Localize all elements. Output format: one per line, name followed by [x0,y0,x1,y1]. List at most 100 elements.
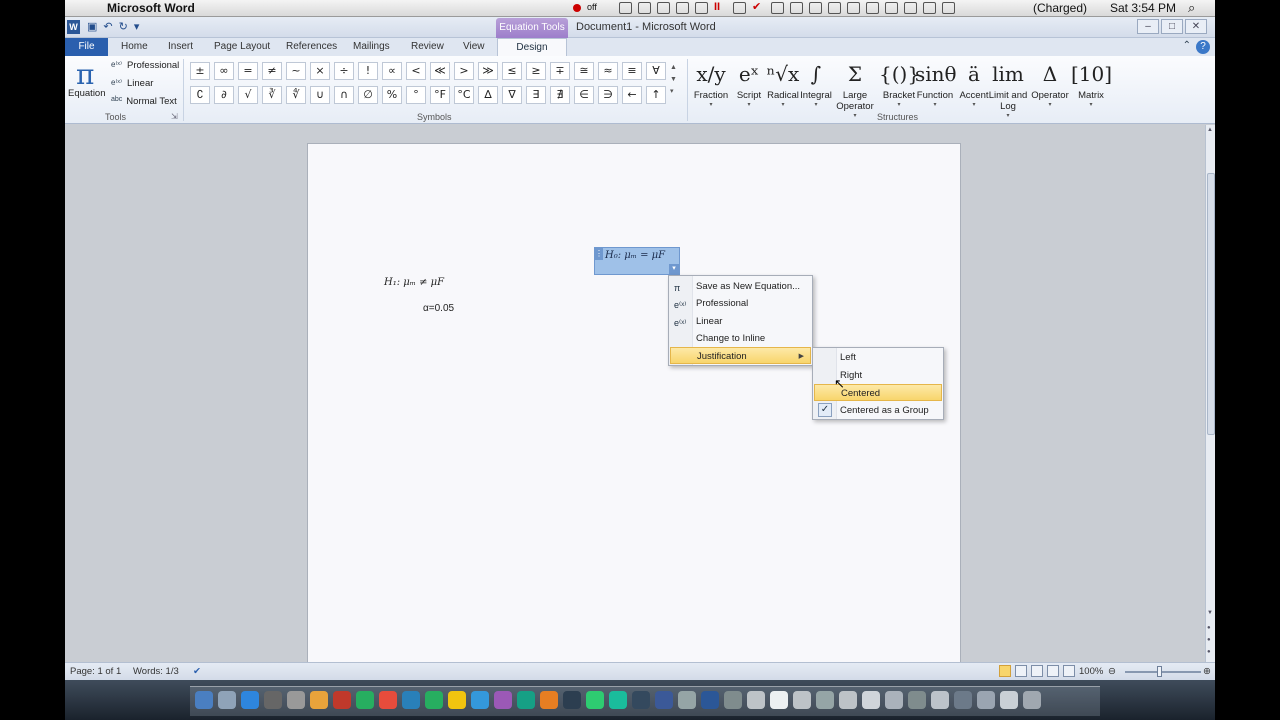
menubar-clock[interactable]: Sat 3:54 PM [1110,1,1176,15]
linear-button[interactable]: e⁽ˣ⁾ Linear [111,78,153,89]
zoom-slider[interactable] [1125,671,1201,673]
bluetooth-icon[interactable] [904,2,917,14]
dock-app-icon[interactable] [471,691,489,709]
dock-app-icon[interactable] [655,691,673,709]
equation-options-dropdown-icon[interactable]: ▾ [669,264,679,274]
structure-function-button[interactable]: sinθ Function ▾ [915,58,957,108]
maximize-button[interactable]: □ [1161,19,1183,34]
symbol-button[interactable]: ∈ [574,86,594,104]
symbol-button[interactable]: = [238,62,258,80]
structure-large-operator-button[interactable]: Σ Large Operator ▾ [835,58,875,119]
dock-app-icon[interactable] [609,691,627,709]
symbol-button[interactable]: ∃ [526,86,546,104]
symbol-button[interactable]: ÷ [334,62,354,80]
status-icon[interactable] [695,2,708,14]
dock-app-icon[interactable] [954,691,972,709]
scroll-down-icon[interactable]: ▼ [1207,610,1213,616]
status-icon[interactable] [809,2,822,14]
menu-item-linear[interactable]: e⁽ˣ⁾ Linear [670,313,811,330]
save-icon[interactable]: ▣ [87,20,97,33]
symbol-button[interactable]: °F [430,86,450,104]
h0-equation[interactable]: H₀: μₘ = μF [605,250,665,261]
browse-object-icon[interactable]: ● [1207,637,1211,643]
dock-app-icon[interactable] [356,691,374,709]
tab-page-layout[interactable]: Page Layout [214,41,270,52]
menu-item-change-to-inline[interactable]: Change to Inline [670,330,811,347]
symbol-button[interactable]: ~ [286,62,306,80]
dock-app-icon[interactable] [931,691,949,709]
symbol-button[interactable]: ∜ [286,86,306,104]
undo-icon[interactable]: ↶ [103,20,112,33]
tab-home[interactable]: Home [121,41,148,52]
print-layout-view-icon[interactable] [999,665,1011,677]
symbol-button[interactable]: °C [454,86,474,104]
structure-bracket-button[interactable]: {()} Bracket ▾ [879,58,920,108]
dock-app-icon[interactable] [333,691,351,709]
h1-equation[interactable]: H₁: μₘ ≠ μF [384,277,444,288]
symbol-button[interactable]: ≠ [262,62,282,80]
symbol-button[interactable]: ∝ [382,62,402,80]
symbol-button[interactable]: ≈ [598,62,618,80]
menu-item-justification[interactable]: Justification ▶ [670,347,811,364]
menu-item-save-as-new-equation[interactable]: π Save as New Equation... [670,278,811,295]
status-icon[interactable]: off [587,2,613,14]
structure-integral-button[interactable]: ∫ Integral ▾ [796,58,836,108]
zoom-out-icon[interactable]: ⊖ [1108,666,1116,677]
spotlight-search-icon[interactable]: ⌕ [1188,0,1195,16]
mac-app-name[interactable]: Microsoft Word [107,1,195,15]
symbol-button[interactable]: ∀ [646,62,666,80]
symbol-button[interactable]: ≡ [622,62,642,80]
structure-fraction-button[interactable]: x/y Fraction ▾ [691,58,731,108]
symbol-button[interactable]: ° [406,86,426,104]
status-icon[interactable] [619,2,632,14]
symbol-button[interactable]: > [454,62,474,80]
word-app-icon[interactable]: W [67,20,80,34]
dock-app-icon[interactable] [770,691,788,709]
tab-references[interactable]: References [286,41,337,52]
close-button[interactable]: ✕ [1185,19,1207,34]
tab-insert[interactable]: Insert [168,41,193,52]
dock-app-icon[interactable] [448,691,466,709]
help-icon[interactable]: ? [1196,40,1210,54]
alpha-text[interactable]: α=0.05 [423,303,454,314]
dock-app-icon[interactable] [701,691,719,709]
tab-file[interactable]: File [65,38,108,56]
symbol-button[interactable]: < [406,62,426,80]
symbol-button[interactable]: % [382,86,402,104]
dock-app-icon[interactable] [540,691,558,709]
symbol-button[interactable]: ≥ [526,62,546,80]
tab-design[interactable]: Design [497,38,567,57]
wifi-icon[interactable] [923,2,936,14]
dock-app-icon[interactable] [747,691,765,709]
dock-app-icon[interactable] [724,691,742,709]
status-icon[interactable] [790,2,803,14]
symbol-button[interactable]: ∞ [214,62,234,80]
minimize-ribbon-icon[interactable]: ⌃ [1183,40,1191,51]
dock-app-icon[interactable] [517,691,535,709]
volume-icon[interactable] [942,2,955,14]
dock-app-icon[interactable] [310,691,328,709]
customize-qat-icon[interactable]: ▾ [134,20,140,33]
dock-app-icon[interactable] [678,691,696,709]
zoom-in-icon[interactable]: ⊕ [1203,666,1211,677]
symbol-button[interactable]: ∓ [550,62,570,80]
symbol-button[interactable]: ≤ [502,62,522,80]
dock-app-icon[interactable] [839,691,857,709]
dock-app-icon[interactable] [218,691,236,709]
zoom-level[interactable]: 100% [1079,666,1103,677]
dock-app-icon[interactable] [379,691,397,709]
status-icon[interactable] [847,2,860,14]
tab-review[interactable]: Review [411,41,444,52]
web-layout-view-icon[interactable] [1031,665,1043,677]
symbols-gallery-scroll[interactable]: ▲ ▼ ▾ [670,62,680,108]
equation-pi-icon[interactable]: π [76,58,94,91]
structure-matrix-button[interactable]: [10] Matrix ▾ [1071,58,1112,108]
symbol-button[interactable]: ∇ [502,86,522,104]
menu-item-professional[interactable]: e⁽ˣ⁾ Professional [670,295,811,312]
professional-button[interactable]: e⁽ˣ⁾ Professional [111,60,179,71]
dock-app-icon[interactable] [1023,691,1041,709]
outline-view-icon[interactable] [1047,665,1059,677]
symbol-button[interactable]: ∂ [214,86,234,104]
dock-app-icon[interactable] [977,691,995,709]
tab-mailings[interactable]: Mailings [353,41,390,52]
